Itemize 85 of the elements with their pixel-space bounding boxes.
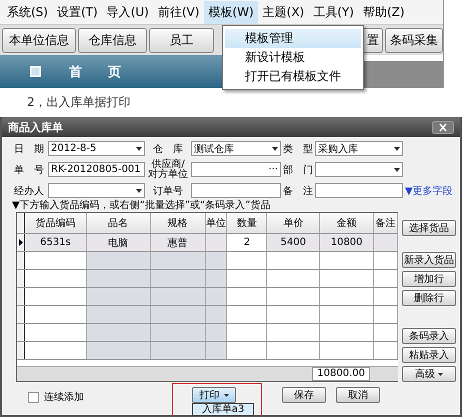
column-header: 品名 xyxy=(86,213,151,233)
toolbar-button[interactable]: 本单位信息 xyxy=(2,28,76,52)
side-button[interactable]: 选择货品 xyxy=(402,220,456,236)
caret-icon xyxy=(136,188,142,192)
column-header: 数量 xyxy=(227,213,268,233)
field-label: 单 号 xyxy=(13,164,45,176)
table-cell: 电脑 xyxy=(86,234,151,251)
side-button[interactable]: 条码录入 xyxy=(402,328,456,344)
dropdown-field[interactable]: 采购入库 xyxy=(315,141,403,156)
input-field[interactable] xyxy=(315,183,403,198)
total-amount: 10800.00 xyxy=(312,367,370,381)
menu-item[interactable]: 导入(U) xyxy=(102,0,153,24)
caret-icon xyxy=(438,372,443,376)
column-header: 单价 xyxy=(267,213,320,233)
hint-text: ▼下方输入货品编码，或右侧“批量选择”或“条码录入”货品 xyxy=(11,199,272,212)
row-header[interactable] xyxy=(17,342,25,359)
menu-entry[interactable]: 入库单a3 xyxy=(193,404,253,415)
home-tab-label: 首 页 xyxy=(69,64,121,80)
column-header: 单位 xyxy=(206,213,228,233)
caption-text: 2，出入库单据打印 xyxy=(27,94,131,111)
field-label: 日 期 xyxy=(13,142,45,156)
caret-icon xyxy=(136,146,142,150)
menu-item[interactable]: 模板(W) xyxy=(204,0,258,24)
header-corner xyxy=(17,213,25,233)
field-label: 供应商/对方单位 xyxy=(147,160,189,180)
toolbar-button[interactable]: 员工 xyxy=(149,28,214,52)
dropdown-field[interactable]: 2012-8-5 xyxy=(48,141,145,156)
row-header[interactable] xyxy=(17,270,25,287)
field-label: 部 门 xyxy=(283,164,313,176)
caret-icon xyxy=(394,146,400,150)
field-label: 备 注 xyxy=(283,184,313,198)
side-button[interactable]: 增加行 xyxy=(402,271,456,287)
dialog-button[interactable]: 保存 xyxy=(282,387,326,403)
square-icon xyxy=(30,66,41,77)
print-button[interactable]: 打印 xyxy=(192,387,236,403)
side-button[interactable]: 粘贴录入 xyxy=(402,347,456,363)
toolbar-button[interactable]: 条码采集 xyxy=(385,28,443,52)
menu-entry[interactable]: 模板管理 xyxy=(225,29,361,48)
side-button[interactable]: 新录入货品 xyxy=(402,252,456,268)
menu-entry[interactable]: 打开已有模板文件 xyxy=(225,67,361,86)
caret-icon xyxy=(272,146,278,150)
table-cell: 2 xyxy=(227,234,268,251)
input-field[interactable]: RK-20120805-001 xyxy=(48,162,145,177)
menu-item[interactable]: 主题(X) xyxy=(258,0,308,24)
toolbar-button[interactable]: 仓库信息 xyxy=(78,28,148,52)
table-cell: 6531s xyxy=(25,234,87,251)
close-icon[interactable] xyxy=(432,120,454,134)
field-label: 经办人 xyxy=(13,184,45,198)
field-label: 订单号 xyxy=(152,184,184,198)
menu-item[interactable]: 设置(T) xyxy=(52,0,102,24)
menu-item[interactable]: 前往(V) xyxy=(154,0,204,24)
toolbar-button[interactable]: 置 xyxy=(364,28,384,52)
more-fields-link[interactable]: ▼更多字段 xyxy=(405,184,459,198)
caret-icon xyxy=(224,394,228,396)
dropdown-field[interactable] xyxy=(48,183,145,198)
table-cell: 5400 xyxy=(267,234,320,251)
column-header: 货品编码 xyxy=(25,213,87,233)
dropdown-field[interactable]: 测试仓库 xyxy=(191,141,281,156)
input-field[interactable] xyxy=(191,183,281,198)
row-header[interactable] xyxy=(17,288,25,305)
row-header[interactable] xyxy=(17,234,25,251)
menu-item[interactable]: 帮助(Z) xyxy=(358,0,409,24)
table-cell: 惠普 xyxy=(150,234,206,251)
lookup-field[interactable]: ··· xyxy=(191,162,281,177)
row-pointer-icon xyxy=(18,239,22,246)
table-cell: 10800 xyxy=(320,234,374,251)
checkbox-label: 连续添加 xyxy=(44,390,84,404)
caret-icon xyxy=(394,168,400,172)
row-header[interactable] xyxy=(17,324,25,341)
menu-entry[interactable]: 新设计模板 xyxy=(225,48,361,67)
dialog-button[interactable]: 取消 xyxy=(336,387,380,403)
menu-item[interactable]: 工具(Y) xyxy=(309,0,358,24)
row-header[interactable] xyxy=(17,306,25,323)
window-title: 商品入库单 xyxy=(8,120,63,134)
column-header: 备注 xyxy=(374,213,398,233)
side-button[interactable]: 删除行 xyxy=(402,290,456,306)
checkbox[interactable] xyxy=(28,392,39,402)
row-header[interactable] xyxy=(17,252,25,269)
side-button[interactable]: 高级 xyxy=(402,366,456,382)
column-header: 规格 xyxy=(150,213,206,233)
field-label: 类 型 xyxy=(283,142,313,156)
menu-item[interactable]: 系统(S) xyxy=(3,0,52,24)
field-label: 仓 库 xyxy=(152,142,184,156)
dropdown-field[interactable] xyxy=(315,162,403,177)
column-header: 金额 xyxy=(320,213,374,233)
